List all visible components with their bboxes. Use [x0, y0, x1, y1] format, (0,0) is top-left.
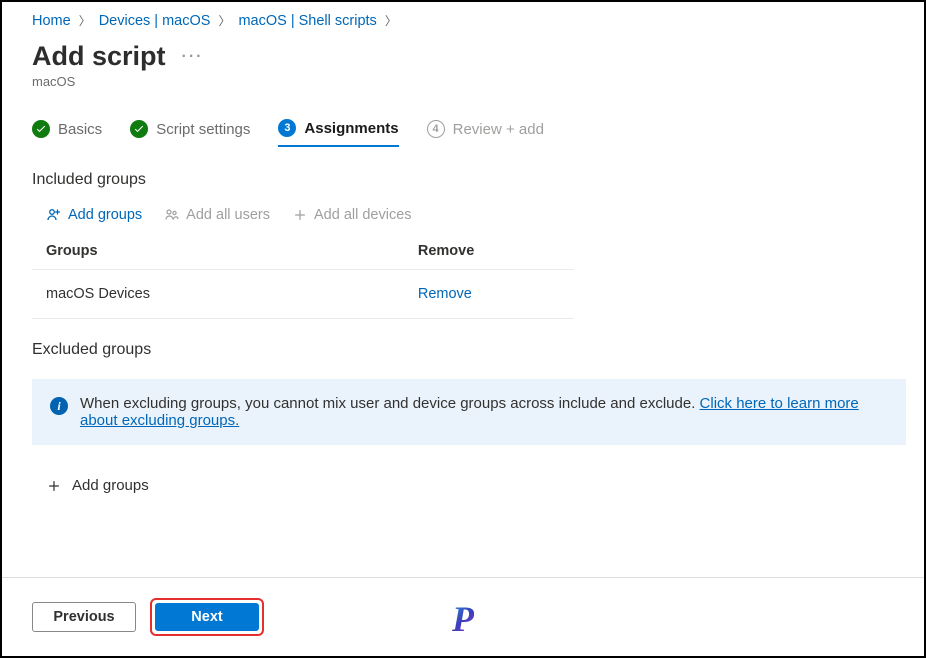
column-header-remove: Remove [418, 243, 568, 259]
step-number-icon: 3 [278, 119, 296, 137]
step-label: Review + add [453, 121, 544, 138]
table-row: macOS Devices Remove [32, 270, 574, 319]
chevron-right-icon: 〉 [218, 12, 230, 29]
page-subtitle: macOS [32, 74, 906, 89]
action-label: Add all devices [314, 207, 412, 223]
excluded-groups-heading: Excluded groups [32, 341, 906, 359]
person-add-icon [46, 207, 62, 223]
add-groups-button[interactable]: Add groups [46, 207, 142, 223]
check-icon [32, 120, 50, 138]
step-script-settings[interactable]: Script settings [130, 120, 250, 146]
breadcrumb-home[interactable]: Home [32, 13, 71, 29]
step-review-add: 4 Review + add [427, 120, 544, 146]
more-actions-icon[interactable]: ··· [182, 48, 204, 66]
people-icon [164, 207, 180, 223]
group-name: macOS Devices [46, 286, 418, 302]
step-basics[interactable]: Basics [32, 120, 102, 146]
step-assignments[interactable]: 3 Assignments [278, 119, 398, 147]
action-label: Add groups [72, 477, 149, 494]
breadcrumb-devices[interactable]: Devices | macOS [99, 13, 211, 29]
included-groups-table: Groups Remove macOS Devices Remove [32, 237, 574, 319]
step-label: Assignments [304, 120, 398, 137]
chevron-right-icon: 〉 [79, 12, 91, 29]
breadcrumb-shell-scripts[interactable]: macOS | Shell scripts [238, 13, 376, 29]
wizard-steps: Basics Script settings 3 Assignments 4 R… [32, 119, 906, 147]
action-label: Add all users [186, 207, 270, 223]
check-icon [130, 120, 148, 138]
exclude-info-box: i When excluding groups, you cannot mix … [32, 379, 906, 445]
wizard-footer: Previous Next P [2, 577, 924, 656]
step-label: Script settings [156, 121, 250, 138]
next-button-highlight: Next [150, 598, 264, 636]
info-text: When excluding groups, you cannot mix us… [80, 395, 700, 412]
plus-icon [292, 207, 308, 223]
included-groups-heading: Included groups [32, 171, 906, 189]
excluded-add-groups-button[interactable]: Add groups [32, 469, 906, 512]
chevron-right-icon: 〉 [385, 12, 397, 29]
column-header-groups: Groups [46, 243, 418, 259]
next-button[interactable]: Next [155, 603, 259, 631]
remove-link[interactable]: Remove [418, 286, 568, 302]
info-icon: i [50, 397, 68, 415]
action-label: Add groups [68, 207, 142, 223]
add-all-devices-button[interactable]: Add all devices [292, 207, 412, 223]
step-label: Basics [58, 121, 102, 138]
page-title: Add script [32, 41, 166, 72]
previous-button[interactable]: Previous [32, 602, 136, 632]
breadcrumb: Home 〉 Devices | macOS 〉 macOS | Shell s… [32, 12, 906, 29]
plus-icon [46, 478, 62, 494]
included-actions: Add groups Add all users Add all devices [32, 201, 906, 237]
add-all-users-button[interactable]: Add all users [164, 207, 270, 223]
step-number-icon: 4 [427, 120, 445, 138]
watermark-logo: P [452, 598, 474, 640]
